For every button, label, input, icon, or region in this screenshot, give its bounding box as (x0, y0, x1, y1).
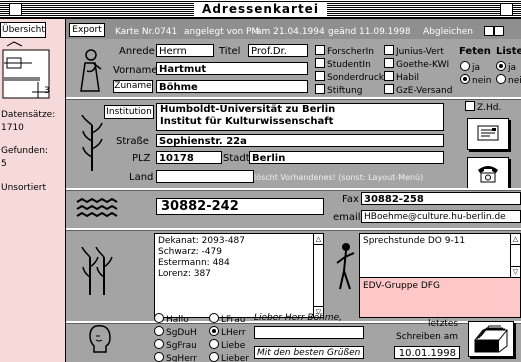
feten-title: Feten (459, 46, 491, 57)
letter-icon[interactable] (467, 118, 509, 150)
strasse-label: Straße (116, 136, 149, 147)
hieroglyph-figure-icon (75, 47, 105, 95)
greeting-radio[interactable]: LHerr (209, 326, 246, 338)
stadt-field[interactable]: Berlin (249, 151, 444, 164)
telephone-icon[interactable] (467, 157, 509, 189)
titel-label: Titel (219, 46, 241, 57)
modified-date: geänd 11.09.1998 (328, 27, 411, 37)
zoom-box-icon[interactable] (500, 3, 513, 16)
greeting-radio[interactable]: Hallo (154, 313, 189, 325)
phone-field[interactable]: 30882-242 (156, 198, 324, 215)
plz-field[interactable]: 10178 (156, 151, 222, 164)
feten-ja-radio[interactable]: ja (460, 61, 480, 73)
notes-scrollbar[interactable]: △ ▽ (313, 234, 323, 317)
main-panel: Export Karte Nr.0741 angelegt von PM am … (66, 19, 521, 362)
category-checkbox[interactable]: GzE-Versand (384, 84, 452, 96)
export-button[interactable]: Export (69, 23, 105, 37)
abgleichen-checkbox-2[interactable] (494, 26, 506, 38)
file-tray-icon[interactable] (468, 321, 514, 357)
created-by: angelegt von PM (184, 27, 260, 37)
sidebar: Übersicht 3 Datensätze: 1710 Gefunden: 5… (0, 19, 66, 362)
strasse-field[interactable]: Sophienstr. 22a (156, 134, 444, 147)
email-label: email (333, 212, 361, 223)
institution-field[interactable]: Humboldt-Universität zu Berlin Institut … (156, 103, 444, 131)
anrede-field[interactable]: Herrn (156, 44, 214, 57)
letztes-label: letztes (428, 319, 459, 329)
stadt-label: Stadt (223, 153, 250, 164)
card-number: Karte Nr.0741 (115, 27, 178, 37)
water-icon (75, 197, 119, 219)
created-date: am 21.04.1994 (256, 27, 325, 37)
fax-field[interactable]: 30882-258 (361, 192, 521, 205)
phone-notes-field[interactable]: Dekanat: 2093-487 Schwarz: -479 Esterman… (154, 233, 324, 318)
greeting-radio[interactable]: LFrau (209, 313, 245, 325)
greeting-radio[interactable]: Liebe (209, 339, 245, 351)
category-checkbox[interactable]: Stiftung (315, 84, 362, 96)
divider (66, 228, 521, 231)
fax-label: Fax (342, 194, 359, 205)
greeting-radio[interactable]: SgHerr (154, 352, 197, 362)
category-checkbox[interactable]: ForscherIn (315, 45, 374, 57)
reed-pair-icon (80, 246, 116, 295)
record-book-icon[interactable]: 3 (2, 40, 52, 100)
land-field[interactable] (156, 170, 254, 183)
greeting-radio[interactable]: SgFrau (154, 339, 197, 351)
datensaetze-value: 1710 (1, 123, 24, 133)
divider (66, 188, 521, 191)
salutation-text[interactable]: Lieber Herr Böhme, (254, 313, 342, 323)
land-label: Land (129, 172, 154, 183)
memo-scrollbar[interactable]: △ ▽ (510, 234, 520, 277)
last-letter-date[interactable]: 10.01.1998 (394, 346, 460, 359)
datensaetze-label: Datensätze: (1, 110, 56, 120)
anrede-label: Anrede (119, 46, 155, 57)
email-field[interactable]: HBoehme@culture.hu-berlin.de (361, 210, 521, 223)
gefunden-label: Gefunden: (1, 146, 49, 156)
category-checkbox[interactable]: Junius-Vert (384, 45, 444, 57)
window: Adressenkartei Übersicht 3 Datensätze: 1… (0, 0, 521, 362)
vorname-field[interactable]: Hartmut (156, 62, 308, 75)
reed-icon (80, 114, 104, 171)
scribe-icon (334, 241, 356, 291)
category-checkbox[interactable]: Goethe-KWI (384, 58, 449, 70)
abgleichen-label: Abgleichen (423, 27, 474, 37)
group-field[interactable]: EDV-Gruppe DFG (359, 277, 521, 318)
schreiben-label: Schreiben am (396, 332, 459, 342)
category-checkbox[interactable]: Habil (384, 71, 419, 83)
zhd-checkbox[interactable]: Z.Hd. (465, 101, 501, 113)
liste-title: Liste (496, 46, 521, 57)
head-icon (88, 324, 116, 354)
liste-nein-radio[interactable]: nein (496, 74, 521, 86)
delete-hint: löscht Vorhandenes! (sonst: Layout-Menü) (254, 173, 424, 182)
closing-field[interactable]: Mit den besten Grüßen (254, 346, 364, 359)
uebersicht-button[interactable]: Übersicht (0, 22, 46, 38)
divider (66, 97, 521, 100)
titel-field[interactable]: Prof.Dr. (248, 44, 308, 57)
title-bar[interactable]: Adressenkartei (0, 0, 521, 19)
window-title: Adressenkartei (194, 2, 327, 16)
feten-nein-radio[interactable]: nein (460, 74, 491, 86)
institution-button[interactable]: Institution (104, 105, 154, 119)
plz-label: PLZ (132, 153, 151, 164)
liste-ja-radio[interactable]: ja (496, 61, 516, 73)
greeting-radio[interactable]: Lieber (209, 352, 249, 362)
vorname-label: Vorname (113, 65, 158, 76)
zuname-button[interactable]: Zuname (113, 80, 153, 93)
sort-status: Unsortiert (1, 183, 46, 193)
gefunden-value: 5 (1, 159, 7, 169)
category-checkbox[interactable]: StudentIn (315, 58, 371, 70)
salutation-extra-field[interactable] (254, 326, 364, 339)
zuname-field[interactable]: Böhme (156, 80, 308, 93)
memo-field[interactable]: Sprechstunde DO 9-11 △ ▽ (359, 233, 521, 278)
category-checkbox[interactable]: Sonderdruck (315, 71, 384, 83)
greeting-radio[interactable]: SgDuH (154, 326, 197, 338)
page-number: 3 (44, 86, 50, 96)
